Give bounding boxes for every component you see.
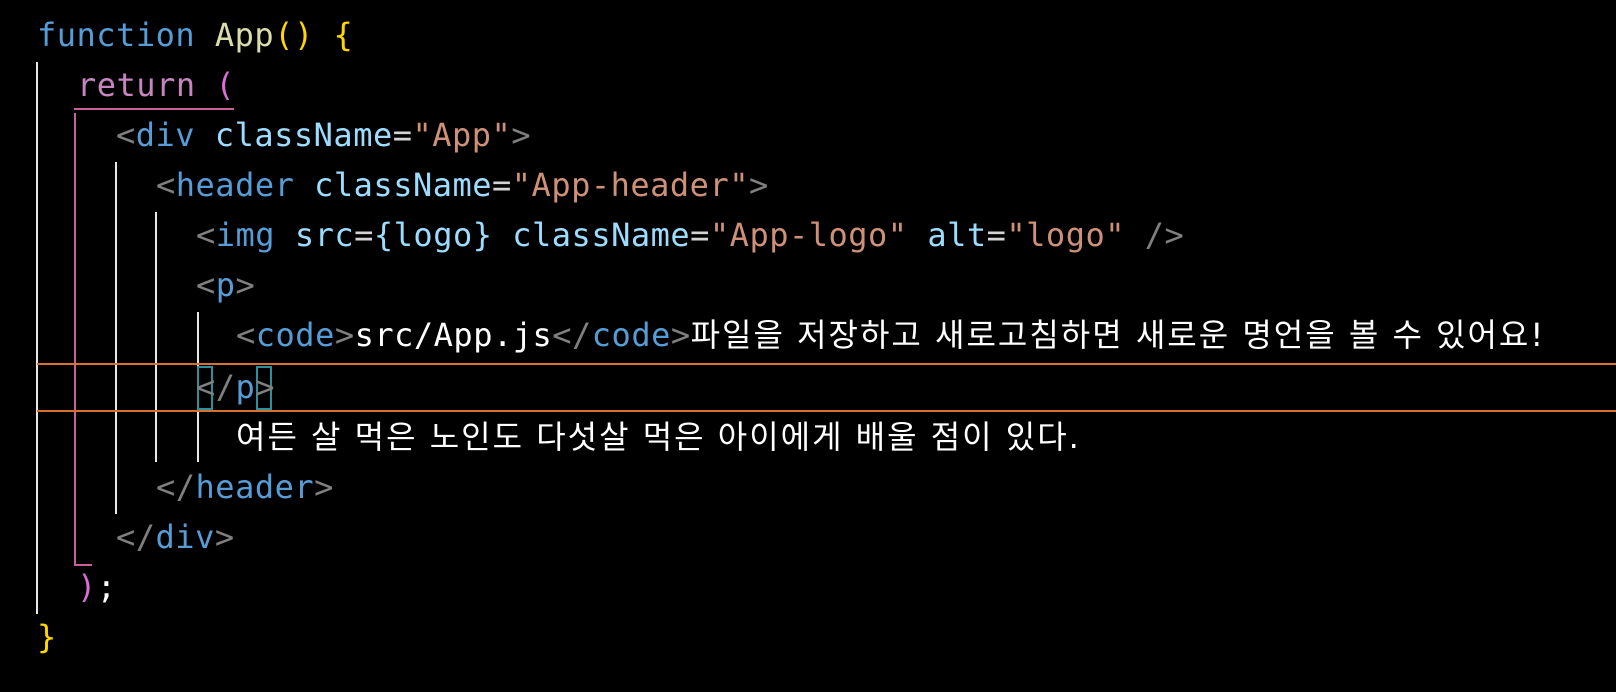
brace-token: { — [313, 16, 354, 54]
tag-bracket-token: </ — [552, 316, 592, 354]
string-token: "App" — [412, 116, 512, 154]
code-line[interactable]: </div> — [116, 512, 235, 562]
tag-name-token: div — [155, 518, 215, 556]
operator-token: = — [354, 216, 374, 254]
operator-token: = — [492, 166, 512, 204]
code-line[interactable]: <div className="App"> — [116, 110, 531, 160]
attribute-token: alt — [907, 216, 987, 254]
keyword-token: return — [77, 66, 196, 104]
code-editor[interactable]: function App() { return ( <div className… — [0, 0, 1616, 692]
code-line-current[interactable]: </p> — [196, 362, 275, 412]
tag-bracket-token: > — [235, 266, 256, 304]
code-line[interactable]: <code>src/App.js</code>파일을 저장하고 새로고침하면 새… — [236, 310, 1545, 360]
keyword-token: function — [37, 16, 196, 54]
tag-name-token: img — [215, 216, 276, 254]
code-line[interactable]: </header> — [156, 462, 334, 512]
attribute-token: className — [492, 216, 691, 254]
tag-bracket-token: /> — [1124, 216, 1185, 254]
code-line[interactable]: } — [37, 612, 57, 662]
attribute-token: className — [294, 166, 493, 204]
indent-guide — [155, 212, 157, 462]
text-token: src/App.js — [354, 316, 553, 354]
code-line[interactable]: 여든 살 먹은 노인도 다섯살 먹은 아이에게 배울 점이 있다. — [236, 412, 1081, 462]
attribute-token: src — [275, 216, 355, 254]
string-token: "App-logo" — [709, 216, 908, 254]
tag-name-token: code — [591, 316, 671, 354]
tag-name-token: p — [215, 266, 236, 304]
tag-bracket-token: > — [748, 166, 769, 204]
brace-token: } — [37, 618, 57, 656]
tag-name-token: div — [135, 116, 196, 154]
tag-bracket-token: < — [156, 166, 176, 204]
indent-guide — [36, 62, 38, 614]
code-line[interactable]: ); — [77, 562, 117, 612]
code-line[interactable]: return ( — [77, 60, 235, 110]
tag-name-token: code — [255, 316, 335, 354]
tag-bracket-token: < — [196, 216, 216, 254]
expression-token: {logo} — [373, 216, 493, 254]
tag-bracket-token: < — [116, 116, 136, 154]
tag-bracket-token: > — [314, 468, 334, 506]
indent-guide — [115, 162, 117, 514]
korean-text-token: 파일을 저장하고 새로고침하면 새로운 명언을 볼 수 있어요! — [690, 316, 1546, 354]
tag-bracket-token: < — [196, 266, 216, 304]
tag-bracket-token: < — [236, 316, 256, 354]
paren-token: ) — [77, 568, 97, 606]
tag-bracket-token: </ — [116, 518, 156, 556]
tag-bracket-token: > — [334, 316, 355, 354]
string-token: "App-header" — [511, 166, 749, 204]
tag-bracket-token: > — [214, 518, 235, 556]
tag-name-token: header — [195, 468, 315, 506]
attribute-token: className — [195, 116, 393, 154]
tag-slash-token: / — [215, 368, 236, 406]
tag-name-token: header — [175, 166, 295, 204]
tag-bracket-token: </ — [156, 468, 196, 506]
operator-token: = — [392, 116, 413, 154]
tag-bracket-token: > — [511, 116, 532, 154]
tag-name-token: p — [235, 368, 256, 406]
korean-text-token: 여든 살 먹은 노인도 다섯살 먹은 아이에게 배울 점이 있다. — [236, 418, 1081, 456]
code-line[interactable]: <header className="App-header"> — [156, 160, 769, 210]
operator-token: = — [986, 216, 1007, 254]
function-name-token: App — [214, 16, 275, 54]
tag-bracket-token: < — [196, 368, 216, 406]
string-token: "logo" — [1006, 216, 1125, 254]
code-line[interactable]: function App() { — [37, 10, 353, 60]
code-line[interactable]: <img src={logo} className="App-logo" alt… — [196, 210, 1184, 260]
code-line[interactable]: <p> — [196, 260, 255, 310]
operator-token: = — [690, 216, 710, 254]
paren-token: () — [274, 16, 314, 54]
tag-bracket-token: > — [670, 316, 691, 354]
semicolon-token: ; — [96, 568, 117, 606]
indent-guide-active — [74, 113, 76, 565]
tag-bracket-token: > — [255, 368, 276, 406]
paren-token: ( — [195, 66, 236, 104]
